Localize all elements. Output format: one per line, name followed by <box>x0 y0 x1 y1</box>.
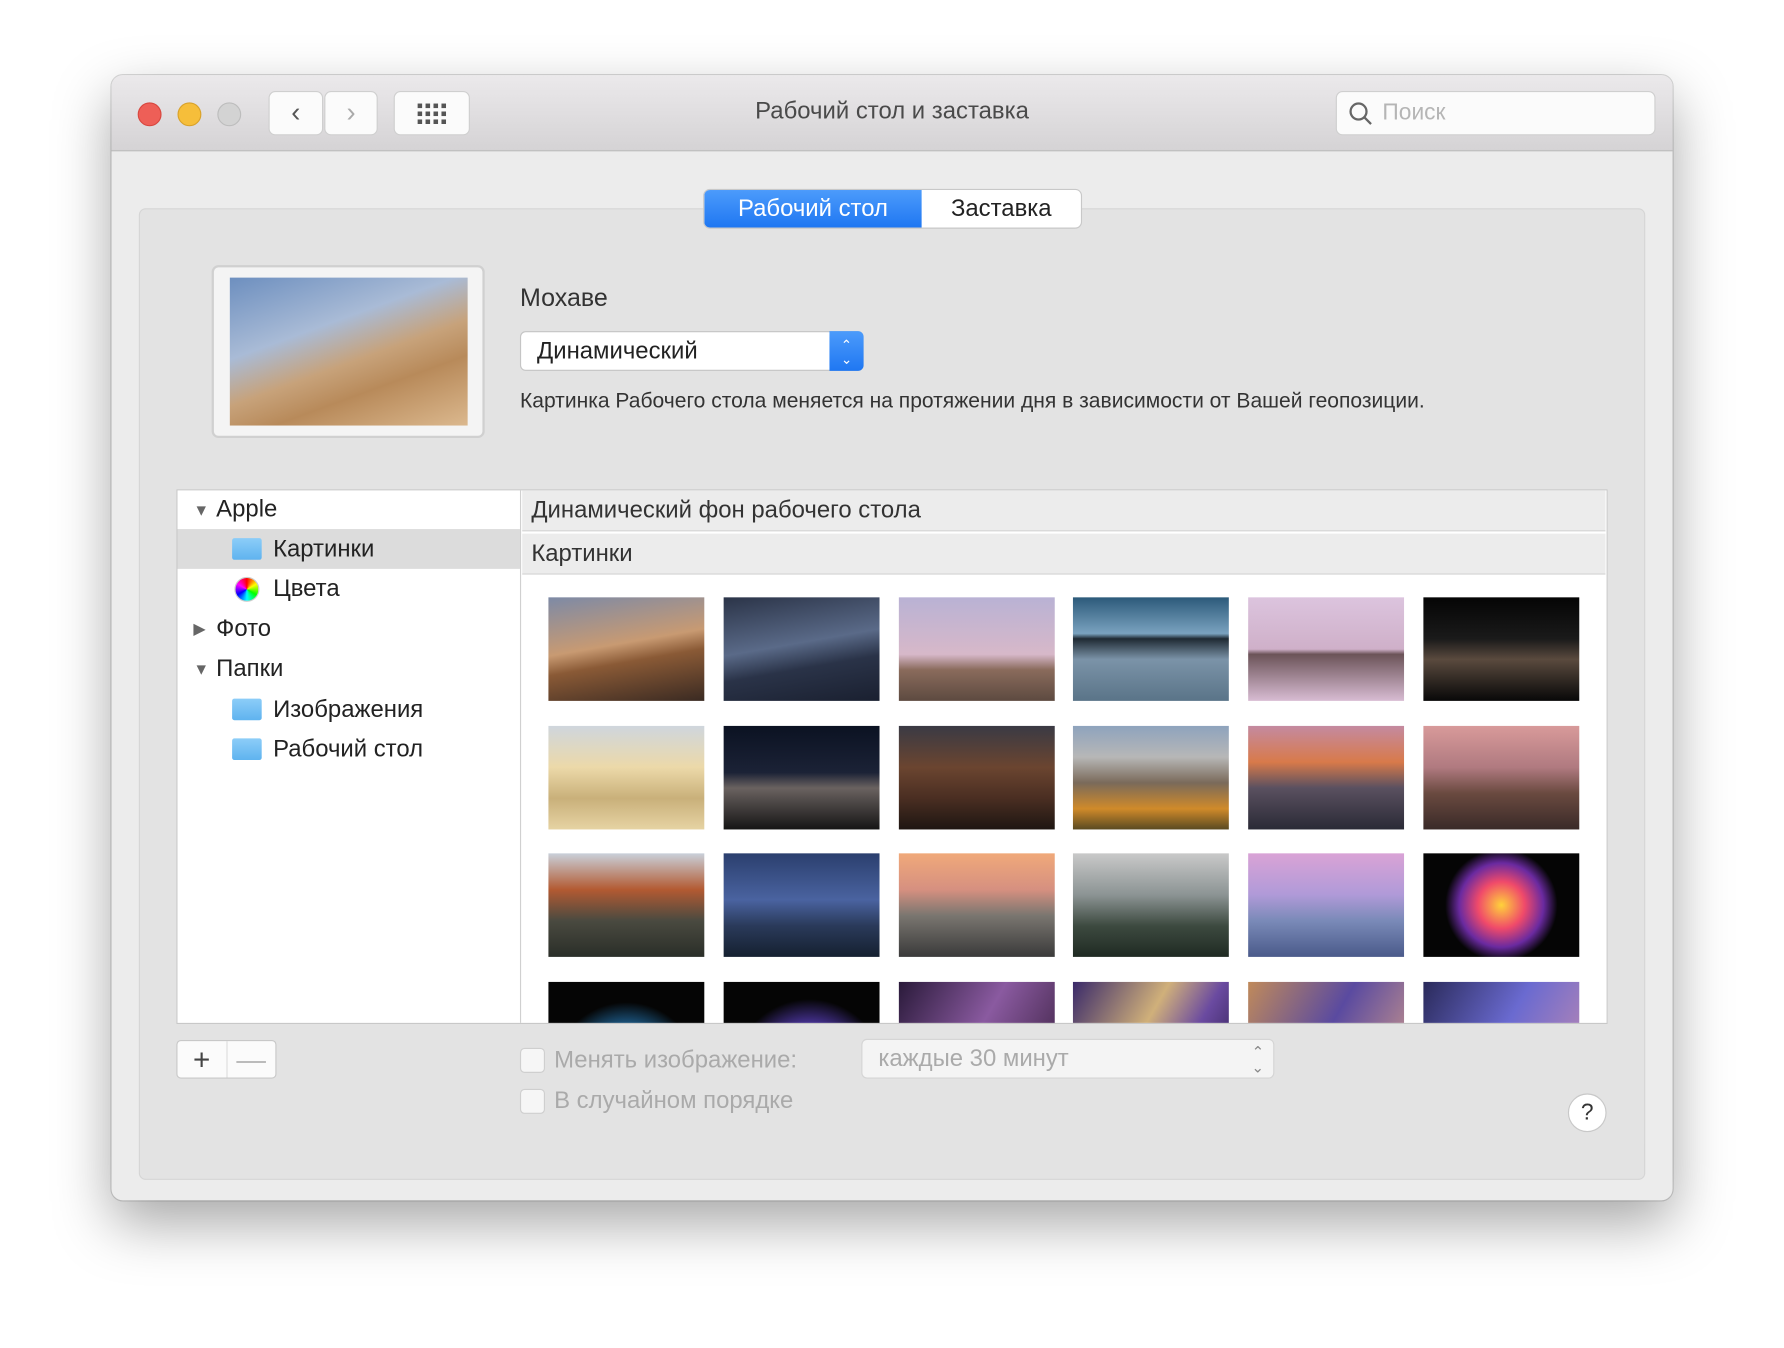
change-picture-label: Менять изображение: <box>554 1046 798 1073</box>
wallpaper-thumbnail[interactable] <box>898 597 1055 701</box>
sidebar-item-label: Фото <box>216 614 272 642</box>
updown-chevron-icon: ⌃ ⌃ <box>1251 1043 1265 1076</box>
wallpaper-thumbnail[interactable] <box>1248 853 1405 957</box>
wallpaper-browser: ▼ Apple Картинки Цвета ▶ Фото ▼ Папки Изобр… <box>176 489 1608 1025</box>
wallpaper-thumbnail[interactable] <box>1423 725 1580 830</box>
interval-value: каждые 30 минут <box>878 1045 1069 1072</box>
sidebar-item-pictures[interactable]: Картинки <box>177 529 520 569</box>
sidebar-item-label: Рабочий стол <box>273 735 424 762</box>
source-sidebar: ▼ Apple Картинки Цвета ▶ Фото ▼ Папки Изобр… <box>177 489 522 1023</box>
sidebar-item-label: Apple <box>216 495 278 522</box>
wallpaper-thumbnail[interactable] <box>723 597 880 701</box>
disclosure-right-icon[interactable]: ▶ <box>193 619 209 638</box>
wallpaper-thumbnail[interactable] <box>548 853 705 957</box>
wallpaper-thumbnail[interactable] <box>1248 597 1405 701</box>
wallpaper-grid <box>522 577 1605 1023</box>
help-button[interactable]: ? <box>1567 1093 1607 1133</box>
random-order-label: В случайном порядке <box>554 1087 794 1114</box>
wallpaper-thumbnail[interactable] <box>1423 597 1580 701</box>
wallpaper-thumbnail[interactable] <box>1248 981 1405 1023</box>
tab-screensaver[interactable]: Заставка <box>922 190 1081 228</box>
sidebar-item-label: Папки <box>216 654 284 681</box>
wallpaper-thumbnail[interactable] <box>1072 981 1229 1023</box>
wallpaper-preview <box>211 265 485 439</box>
wallpaper-thumbnail[interactable] <box>1072 725 1229 830</box>
wallpaper-thumbnail[interactable] <box>548 597 705 701</box>
folder-icon <box>232 538 262 560</box>
color-wheel-icon <box>234 576 260 602</box>
wallpaper-thumbnail[interactable] <box>548 725 705 830</box>
wallpaper-thumbnail[interactable] <box>1423 981 1580 1023</box>
folder-icon <box>232 738 262 761</box>
sidebar-item-apple[interactable]: ▼ Apple <box>177 489 519 529</box>
wallpaper-thumbnail[interactable] <box>723 981 880 1023</box>
search-field[interactable]: Поиск <box>1335 91 1656 136</box>
wallpaper-thumbnail[interactable] <box>898 853 1055 957</box>
tab-desktop[interactable]: Рабочий стол <box>704 190 922 228</box>
wallpaper-name: Мохаве <box>519 283 608 312</box>
wallpaper-thumbnail[interactable] <box>1248 725 1405 830</box>
folder-icon <box>232 698 262 721</box>
wallpaper-thumbnail[interactable] <box>723 853 880 957</box>
wallpaper-thumbnail[interactable] <box>1423 853 1580 957</box>
preferences-window: ‹ › Рабочий стол и заставка Поиск Рабочи… <box>111 75 1673 1201</box>
wallpaper-thumbnail[interactable] <box>898 981 1055 1023</box>
sidebar-item-photos[interactable]: ▶ Фото <box>177 609 519 649</box>
wallpaper-thumbnail[interactable] <box>1072 853 1229 957</box>
wallpaper-thumbnail[interactable] <box>723 725 880 830</box>
tab-bar: Рабочий стол Заставка <box>703 188 1083 229</box>
updown-chevron-icon: ⌃ ⌃ <box>829 331 864 371</box>
sidebar-item-label: Картинки <box>273 535 375 562</box>
mode-value: Динамический <box>537 337 698 364</box>
wallpaper-thumbnail[interactable] <box>548 981 705 1023</box>
disclosure-down-icon[interactable]: ▼ <box>193 500 209 518</box>
sidebar-item-colors[interactable]: Цвета <box>177 569 519 609</box>
sidebar-item-desktop[interactable]: Рабочий стол <box>177 729 519 769</box>
search-icon <box>1349 101 1372 125</box>
mode-description: Картинка Рабочего стола меняется на прот… <box>519 387 1425 412</box>
change-picture-option: Менять изображение: <box>519 1046 798 1074</box>
wallpaper-thumbnail[interactable] <box>898 725 1055 830</box>
disclosure-down-icon[interactable]: ▼ <box>193 659 209 677</box>
remove-folder-button[interactable]: — <box>225 1041 275 1078</box>
sidebar-item-label: Цвета <box>273 575 340 602</box>
sidebar-item-label: Изображения <box>273 695 424 722</box>
add-folder-button[interactable]: + <box>177 1041 225 1077</box>
random-order-option: В случайном порядке <box>519 1087 794 1115</box>
preview-image <box>229 277 468 426</box>
random-order-checkbox[interactable] <box>519 1088 546 1114</box>
titlebar: ‹ › Рабочий стол и заставка Поиск <box>111 75 1673 152</box>
change-picture-checkbox[interactable] <box>519 1047 546 1073</box>
sidebar-item-images[interactable]: Изображения <box>177 690 519 730</box>
search-placeholder: Поиск <box>1382 100 1446 126</box>
sidebar-item-folders[interactable]: ▼ Папки <box>177 649 519 689</box>
interval-popup[interactable]: каждые 30 минут ⌃ ⌃ <box>861 1038 1275 1079</box>
section-header-dynamic: Динамический фон рабочего стола <box>522 490 1606 532</box>
mode-popup[interactable]: Динамический ⌃ ⌃ <box>519 331 864 371</box>
add-remove-control: + — <box>176 1039 277 1079</box>
section-header-pictures: Картинки <box>522 533 1606 575</box>
wallpaper-thumbnail[interactable] <box>1072 597 1229 701</box>
